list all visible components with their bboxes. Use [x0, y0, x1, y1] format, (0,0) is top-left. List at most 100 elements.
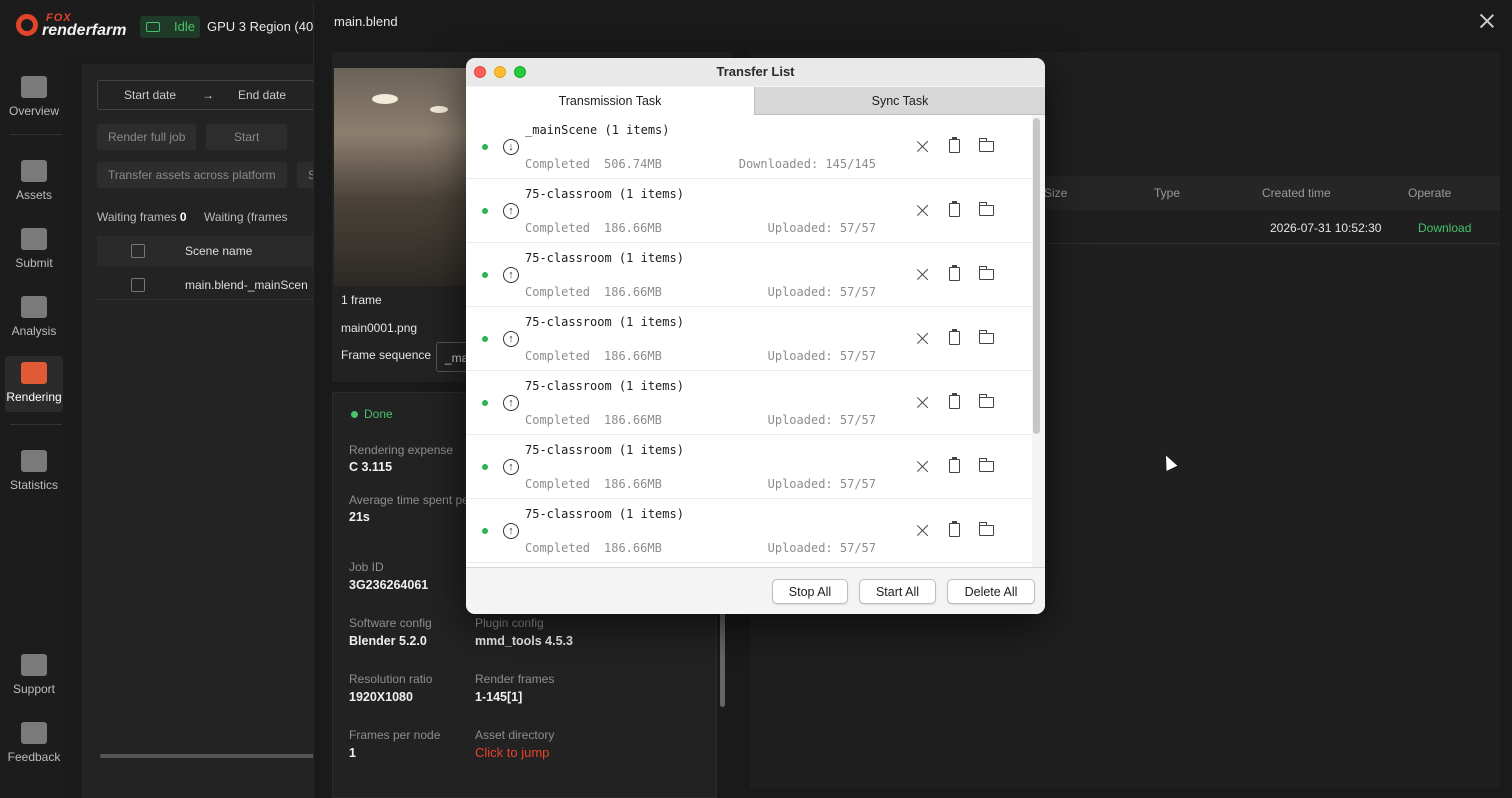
- sidebar-nav: Overview Assets Submit Analysis Renderin…: [0, 54, 68, 798]
- date-range-picker[interactable]: Start date → End date: [97, 80, 327, 110]
- list-item[interactable]: ↓ _mainScene (1 items) Completed 506.74M…: [466, 115, 1032, 179]
- sidebar-item-label: Assets: [15, 188, 52, 202]
- transfer-list-dialog: Transfer List Transmission Task Sync Tas…: [466, 58, 1045, 614]
- task-status: Completed: [525, 349, 591, 363]
- sidebar-item-feedback[interactable]: Feedback: [5, 716, 63, 772]
- upload-icon: [21, 228, 47, 250]
- table-row[interactable]: main.blend-_mainScen: [97, 270, 327, 300]
- list-item[interactable]: ↑ 75-classroom (1 items) Completed 186.6…: [466, 307, 1032, 371]
- sidebar-item-statistics[interactable]: Statistics: [5, 444, 63, 500]
- sidebar-item-analysis[interactable]: Analysis: [5, 290, 63, 346]
- task-status: Completed: [525, 157, 591, 171]
- sidebar-item-submit[interactable]: Submit: [5, 222, 63, 278]
- clipboard-icon[interactable]: [949, 265, 960, 281]
- clipboard-icon[interactable]: [949, 137, 960, 153]
- pulse-icon: [21, 76, 47, 98]
- list-item[interactable]: ↑ 75-classroom (1 items) Completed 186.6…: [466, 435, 1032, 499]
- tab-transmission-task[interactable]: Transmission Task: [466, 87, 754, 115]
- render-frames-value: 1-145[1]: [475, 690, 523, 704]
- vertical-scrollbar[interactable]: [720, 612, 725, 707]
- start-date-field[interactable]: Start date: [124, 88, 176, 102]
- table-header: Scene name: [97, 236, 327, 266]
- task-status: Completed: [525, 221, 591, 235]
- remove-icon[interactable]: [916, 268, 929, 281]
- task-status: Completed: [525, 541, 591, 555]
- folder-icon[interactable]: [979, 266, 994, 280]
- task-status: Completed: [525, 477, 591, 491]
- clipboard-icon[interactable]: [949, 393, 960, 409]
- sidebar-item-rendering[interactable]: Rendering: [5, 356, 63, 412]
- tab-waiting-frames-2[interactable]: Waiting (frames: [204, 210, 288, 224]
- app-window: FOX renderfarm Idle GPU 3 Region (40 Ove…: [0, 0, 1512, 798]
- clipboard-icon[interactable]: [949, 329, 960, 345]
- frames-per-node-label: Frames per node: [349, 728, 441, 742]
- sidebar-item-support[interactable]: Support: [5, 648, 63, 704]
- end-date-field[interactable]: End date: [238, 88, 286, 102]
- sidebar-item-assets[interactable]: Assets: [5, 154, 63, 210]
- status-chip: Idle: [140, 16, 200, 38]
- task-name: 75-classroom (1 items): [525, 443, 684, 457]
- select-all-checkbox[interactable]: [131, 244, 145, 258]
- start-button[interactable]: Start: [206, 124, 288, 150]
- remove-icon[interactable]: [916, 140, 929, 153]
- folder-icon[interactable]: [979, 138, 994, 152]
- download-icon: ↓: [503, 139, 519, 155]
- tab-sync-task[interactable]: Sync Task: [754, 87, 1045, 115]
- task-progress: Uploaded: 57/57: [767, 541, 876, 555]
- folder-icon[interactable]: [979, 394, 994, 408]
- horizontal-scrollbar[interactable]: [100, 754, 322, 758]
- list-item[interactable]: ↑ 75-classroom (1 items) Completed 186.6…: [466, 499, 1032, 563]
- task-progress: Uploaded: 57/57: [767, 285, 876, 299]
- transfer-assets-button[interactable]: Transfer assets across platform: [97, 162, 287, 188]
- folder-icon[interactable]: [979, 330, 994, 344]
- start-all-button[interactable]: Start All: [859, 579, 936, 604]
- region-selector[interactable]: GPU 3 Region (40: [207, 19, 313, 34]
- remove-icon[interactable]: [916, 396, 929, 409]
- task-progress: Uploaded: 57/57: [767, 413, 876, 427]
- expense-value: C 3.115: [349, 460, 393, 474]
- list-item[interactable]: ↑ 75-classroom (1 items) Completed 186.6…: [466, 243, 1032, 307]
- remove-icon[interactable]: [916, 524, 929, 537]
- folder-icon[interactable]: [979, 202, 994, 216]
- col-size[interactable]: Size: [1044, 186, 1067, 200]
- task-name: 75-classroom (1 items): [525, 379, 684, 393]
- render-preview-image[interactable]: [334, 68, 484, 286]
- row-checkbox[interactable]: [131, 278, 145, 292]
- dialog-scrollbar[interactable]: [1033, 118, 1040, 434]
- col-created-time[interactable]: Created time: [1262, 186, 1331, 200]
- delete-all-button[interactable]: Delete All: [947, 579, 1035, 604]
- sidebar-item-overview[interactable]: Overview: [5, 70, 63, 126]
- render-full-job-button[interactable]: Render full job: [97, 124, 197, 150]
- folder-icon[interactable]: [979, 458, 994, 472]
- remove-icon[interactable]: [916, 460, 929, 473]
- remove-icon[interactable]: [916, 332, 929, 345]
- download-link[interactable]: Download: [1418, 221, 1471, 235]
- tab-waiting-frames[interactable]: Waiting frames: [97, 210, 177, 224]
- task-progress: Uploaded: 57/57: [767, 349, 876, 363]
- list-item[interactable]: ↑ 75-classroom (1 items) Completed 186.6…: [466, 371, 1032, 435]
- asset-directory-link[interactable]: Click to jump: [475, 745, 549, 760]
- remove-icon[interactable]: [916, 204, 929, 217]
- waiting-frames-count: 0: [179, 210, 187, 224]
- status-dot: [482, 208, 488, 214]
- task-size: 186.66MB: [604, 541, 662, 555]
- list-item[interactable]: ↑ 75-classroom (1 items) Completed 186.6…: [466, 179, 1032, 243]
- job-id-label: Job ID: [349, 560, 384, 574]
- task-size: 506.74MB: [604, 157, 662, 171]
- date-arrow-icon: →: [202, 88, 214, 102]
- clipboard-icon[interactable]: [949, 201, 960, 217]
- folder-icon[interactable]: [979, 522, 994, 536]
- avg-time-value: 21s: [349, 510, 370, 524]
- sidebar-item-label: Analysis: [11, 324, 57, 338]
- clipboard-icon[interactable]: [949, 457, 960, 473]
- scene-name-cell: main.blend-_mainScen: [185, 278, 308, 292]
- task-size: 186.66MB: [604, 413, 662, 427]
- document-icon: [21, 654, 47, 676]
- clipboard-icon[interactable]: [949, 521, 960, 537]
- stop-all-button[interactable]: Stop All: [772, 579, 848, 604]
- col-type[interactable]: Type: [1154, 186, 1180, 200]
- resolution-value: 1920X1080: [349, 690, 413, 704]
- transfer-task-list: ↓ _mainScene (1 items) Completed 506.74M…: [466, 115, 1032, 567]
- col-operate: Operate: [1408, 186, 1452, 200]
- close-icon[interactable]: [1478, 12, 1496, 30]
